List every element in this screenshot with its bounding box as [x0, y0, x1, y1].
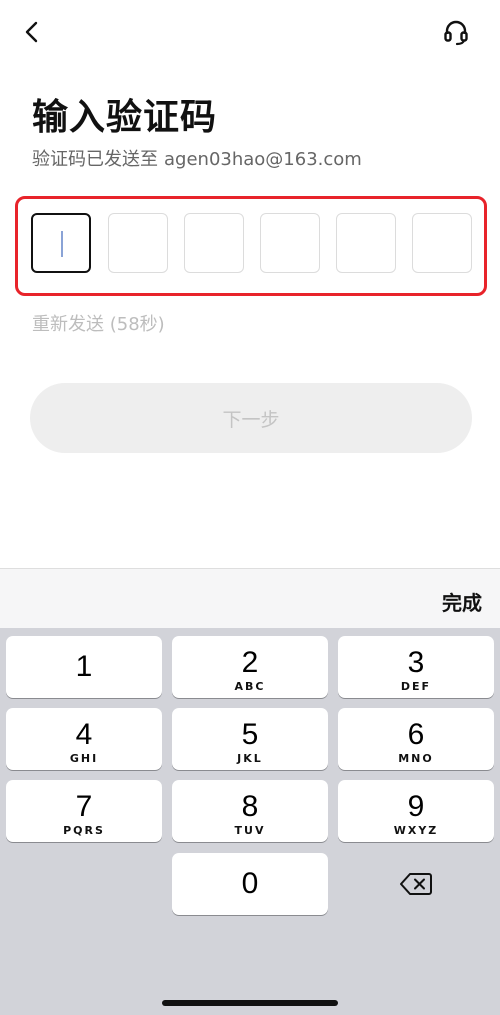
key-digit: 0 [241, 867, 259, 900]
key-7[interactable]: 7 PQRS [6, 780, 162, 842]
resend-countdown: 重新发送 (58秒) [32, 314, 165, 335]
sent-to-prefix: 验证码已发送至 [32, 149, 158, 170]
key-1[interactable]: 1 [6, 636, 162, 698]
key-0[interactable]: 0 [172, 853, 328, 915]
key-digit: 6 [407, 718, 425, 751]
delete-key[interactable] [338, 853, 494, 915]
key-letters: PQRS [63, 824, 105, 837]
key-digit: 8 [241, 790, 259, 823]
top-bar [0, 0, 500, 62]
key-letters: JKL [237, 752, 263, 765]
code-digit-6[interactable] [412, 213, 472, 273]
back-button[interactable] [14, 14, 50, 50]
key-5[interactable]: 5 JKL [172, 708, 328, 770]
code-digit-4[interactable] [260, 213, 320, 273]
code-digit-1[interactable] [31, 213, 91, 273]
key-digit: 3 [407, 646, 425, 679]
key-letters: DEF [400, 680, 432, 693]
key-digit: 1 [75, 650, 93, 683]
page-title: 输入验证码 [32, 97, 218, 138]
key-6[interactable]: 6 MNO [338, 708, 494, 770]
headset-icon [444, 20, 468, 46]
key-8[interactable]: 8 TUV [172, 780, 328, 842]
customer-service-button[interactable] [436, 12, 476, 52]
backspace-icon [400, 873, 432, 895]
key-digit: 2 [241, 646, 259, 679]
key-letters: GHI [69, 752, 99, 765]
key-letters: TUV [234, 824, 266, 837]
code-digit-2[interactable] [108, 213, 168, 273]
home-indicator[interactable] [162, 1000, 338, 1006]
sent-to-email: agen03hao@163.com [164, 149, 362, 170]
key-4[interactable]: 4 GHI [6, 708, 162, 770]
key-letters: ABC [234, 680, 266, 693]
keyboard-toolbar: 完成 [0, 568, 500, 628]
key-9[interactable]: 9 WXYZ [338, 780, 494, 842]
verification-code-group [15, 196, 487, 296]
key-digit: 9 [407, 790, 425, 823]
key-digit: 7 [75, 790, 93, 823]
key-letters: MNO [398, 752, 434, 765]
done-button[interactable]: 完成 [442, 587, 482, 616]
text-cursor [61, 231, 63, 257]
chevron-left-icon [25, 21, 38, 43]
key-digit: 5 [241, 718, 259, 751]
key-2[interactable]: 2 ABC [172, 636, 328, 698]
key-3[interactable]: 3 DEF [338, 636, 494, 698]
code-digit-5[interactable] [336, 213, 396, 273]
sent-to-text: 验证码已发送至 agen03hao@163.com [32, 145, 368, 171]
key-letters: WXYZ [393, 824, 439, 837]
code-digit-3[interactable] [184, 213, 244, 273]
key-digit: 4 [75, 718, 93, 751]
next-step-button[interactable]: 下一步 [30, 383, 472, 453]
numeric-keypad: 1 2 ABC 3 DEF 4 GHI 5 JKL 6 MNO 7 PQRS 8 TUV 9W… [0, 628, 500, 1015]
